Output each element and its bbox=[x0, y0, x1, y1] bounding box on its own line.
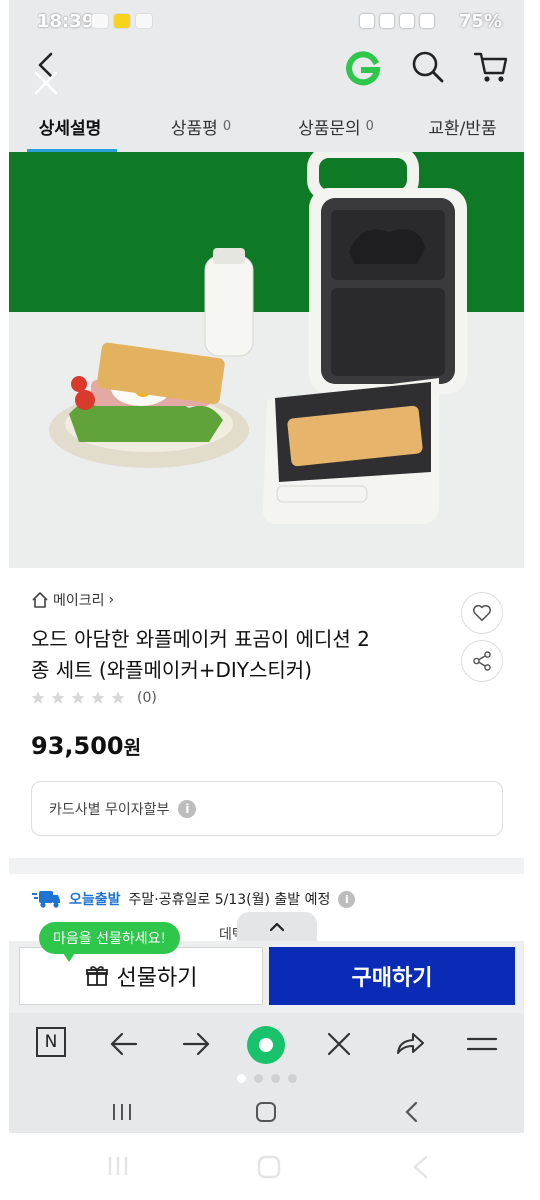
today-shipping-label: 오늘출발 bbox=[69, 892, 121, 908]
share-icon[interactable] bbox=[393, 1027, 427, 1061]
page-dot bbox=[287, 1074, 297, 1083]
chevron-right-icon: › bbox=[108, 592, 115, 608]
tab-count: 0 bbox=[365, 118, 374, 134]
tab-label: 상품평 bbox=[170, 118, 218, 139]
waffle-maker-photo bbox=[9, 152, 524, 568]
buy-button-label: 구매하기 bbox=[351, 966, 433, 991]
app-header bbox=[9, 44, 524, 100]
tab-exchange-return[interactable]: 교환/반품 bbox=[401, 100, 524, 152]
share-button[interactable] bbox=[461, 640, 503, 682]
system-icons bbox=[360, 14, 434, 28]
info-icon[interactable]: i bbox=[338, 890, 356, 908]
info-icon[interactable]: i bbox=[178, 799, 197, 818]
star-icon bbox=[111, 691, 125, 704]
battery-level: 75% bbox=[458, 11, 502, 32]
star-icon bbox=[51, 691, 65, 704]
signal-icon bbox=[420, 14, 434, 28]
review-count: (0) bbox=[137, 690, 157, 706]
product-tab-bar: 상세설명 상품평 0 상품문의 0 교환/반품 bbox=[9, 100, 524, 152]
close-icon[interactable] bbox=[33, 70, 59, 96]
star-icon bbox=[71, 691, 85, 704]
page-dot bbox=[253, 1074, 263, 1083]
shipping-row: 오늘출발 주말·공휴일로 5/13(월) 출발 예정 i bbox=[31, 888, 356, 910]
gift-promo-bubble: 마음을 선물하세요! bbox=[39, 922, 181, 962]
tab-count: 0 bbox=[222, 118, 232, 134]
gift-button[interactable]: 선물하기 bbox=[19, 947, 263, 1005]
gift-icon bbox=[85, 966, 108, 986]
star-icon bbox=[91, 691, 105, 704]
tab-label: 상품문의 bbox=[298, 118, 361, 139]
notification-icons bbox=[91, 13, 153, 29]
star-icon bbox=[31, 691, 45, 704]
wifi-icon bbox=[400, 14, 414, 28]
price-value: 93,500 bbox=[31, 732, 124, 760]
home-icon bbox=[32, 592, 48, 608]
chat-notification-icon bbox=[135, 13, 153, 29]
truck-icon bbox=[32, 891, 60, 908]
tab-label: 교환/반품 bbox=[428, 118, 497, 139]
home-button-icon bbox=[257, 1155, 281, 1179]
menu-icon[interactable] bbox=[465, 1027, 499, 1061]
product-title-line: 종 세트 (와플메이커+DIY스티커) bbox=[31, 658, 312, 682]
gmarket-logo-icon[interactable] bbox=[345, 51, 381, 87]
home-circle-icon[interactable] bbox=[246, 1025, 286, 1065]
gift-button-label: 선물하기 bbox=[116, 966, 198, 991]
status-time: 18:39 bbox=[37, 11, 95, 32]
buy-button[interactable]: 구매하기 bbox=[269, 947, 515, 1005]
app-frame: 18:39 75% 상세설명 상품평 0 상품문의 0 교환/반품 메이크리 ›… bbox=[9, 0, 524, 1133]
section-divider bbox=[9, 858, 524, 874]
price-unit: 원 bbox=[123, 737, 142, 759]
rating-row[interactable]: (0) bbox=[31, 690, 157, 706]
talk-notification-icon bbox=[91, 13, 109, 29]
alarm-icon bbox=[360, 14, 374, 28]
heart-icon bbox=[472, 604, 492, 622]
tab-label: 상세설명 bbox=[38, 118, 102, 139]
kakao-notification-icon bbox=[113, 13, 131, 29]
recent-apps-icon bbox=[108, 1157, 128, 1175]
page-dot bbox=[236, 1074, 246, 1083]
installment-label: 카드사별 무이자할부 bbox=[49, 801, 170, 818]
price: 93,500원 bbox=[31, 732, 141, 760]
back-arrow-icon[interactable] bbox=[107, 1027, 141, 1061]
product-title: 오드 아담한 와플메이커 표곰이 에디션 2 종 세트 (와플메이커+DIY스티… bbox=[31, 624, 451, 686]
tab-inquiries[interactable]: 상품문의 0 bbox=[271, 100, 401, 152]
cart-icon[interactable] bbox=[473, 50, 509, 84]
naver-n-icon[interactable]: N bbox=[36, 1027, 66, 1057]
back-button-icon bbox=[413, 1155, 428, 1179]
back-button-icon[interactable] bbox=[403, 1101, 421, 1123]
chevron-up-icon bbox=[269, 922, 285, 932]
outer-nav-reflection bbox=[0, 1133, 540, 1200]
browser-toolbar: N bbox=[9, 1013, 524, 1077]
tab-detail[interactable]: 상세설명 bbox=[9, 100, 131, 152]
collapse-handle[interactable] bbox=[237, 912, 317, 942]
share-icon bbox=[473, 651, 491, 671]
mute-icon bbox=[380, 14, 394, 28]
wishlist-button[interactable] bbox=[461, 592, 503, 634]
page-dot bbox=[270, 1074, 280, 1083]
tab-reviews[interactable]: 상품평 0 bbox=[131, 100, 271, 152]
product-image[interactable] bbox=[9, 152, 524, 568]
system-nav-bar bbox=[9, 1090, 524, 1133]
product-title-line: 오드 아담한 와플메이커 표곰이 에디션 2 bbox=[31, 627, 370, 651]
installment-info-box[interactable]: 카드사별 무이자할부 i bbox=[31, 781, 503, 836]
search-icon[interactable] bbox=[411, 50, 445, 84]
brand-link[interactable]: 메이크리 › bbox=[31, 590, 114, 610]
toolbar-page-indicator bbox=[9, 1070, 524, 1090]
status-bar: 18:39 75% bbox=[9, 0, 524, 44]
brand-name: 메이크리 bbox=[53, 593, 105, 609]
shipping-message: 주말·공휴일로 5/13(월) 출발 예정 bbox=[128, 892, 331, 908]
home-button-icon[interactable] bbox=[255, 1101, 277, 1123]
close-icon[interactable] bbox=[322, 1027, 356, 1061]
recent-apps-icon[interactable] bbox=[111, 1102, 133, 1122]
forward-arrow-icon[interactable] bbox=[179, 1027, 213, 1061]
